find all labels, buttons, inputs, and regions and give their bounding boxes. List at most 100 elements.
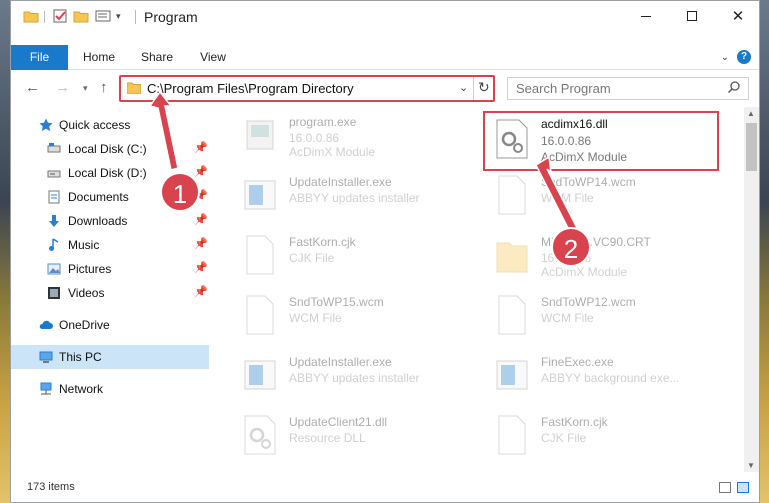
tab-share[interactable]: Share [138,45,176,70]
search-placeholder: Search Program [516,81,611,96]
details-view-icon[interactable] [719,482,731,493]
close-button[interactable]: ✕ [715,1,759,31]
sidebar-item-quick-access[interactable]: Quick access [11,113,209,137]
file-name: FineExec.exe [541,355,614,369]
sidebar-item-downloads[interactable]: Downloads 📌 [11,209,209,233]
refresh-icon[interactable]: ↻ [478,79,490,96]
file-name: FastKorn.cjk [289,235,356,249]
step-badge-2: 2 [551,227,591,267]
file-item[interactable]: program.exe 16.0.0.86 AcDimX Module [231,111,471,169]
file-type: WCM File [541,191,594,205]
download-icon [49,215,59,227]
sidebar-item-videos[interactable]: Videos 📌 [11,281,209,305]
file-type: ABBYY updates installer [289,371,420,385]
sidebar-item-label: Music [68,238,100,252]
sidebar-item-onedrive[interactable]: OneDrive [11,313,209,337]
file-item[interactable]: SndToWP14.wcm WCM File [483,171,723,229]
item-count: 173 items [27,481,75,493]
folder-icon [127,82,141,94]
folder-icon [23,11,39,23]
recent-locations-icon[interactable]: ▾ [83,83,88,94]
sidebar-item-music[interactable]: Music 📌 [11,233,209,257]
vertical-scrollbar[interactable]: ▲ ▼ [744,107,759,472]
sidebar-item-label: This PC [59,350,102,364]
pin-icon[interactable]: 📌 [194,286,208,298]
up-arrow-icon[interactable]: ↑ [100,79,108,96]
file-type: ABBYY updates installer [289,191,420,205]
file-name: UpdateClient21.dll [289,415,388,429]
title-divider [135,10,136,24]
tab-file[interactable]: File [11,45,68,70]
new-folder-icon[interactable] [73,8,89,24]
file-name: acdimx16.dll [541,117,608,131]
scroll-down-icon[interactable]: ▼ [747,461,755,470]
navigation-pane: Quick access Local Disk (C:) 📌 Local Dis… [11,107,209,472]
address-dropdown-icon[interactable]: ⌄ [459,81,468,94]
minimize-button[interactable] [623,1,669,31]
sidebar-item-pictures[interactable]: Pictures 📌 [11,257,209,281]
file-item[interactable]: FineExec.exe ABBYY background exe... [483,351,723,409]
file-item[interactable]: UpdateInstaller.exe ABBYY updates instal… [231,171,471,229]
search-icon[interactable] [728,81,740,93]
file-name: FastKorn.cjk [541,415,608,429]
file-item[interactable]: FastKorn.cjk CJK File [231,231,471,289]
pin-icon[interactable]: 📌 [194,166,208,178]
sidebar-item-label: Documents [68,190,129,204]
pin-icon[interactable]: 📌 [194,238,208,250]
sidebar-item-network[interactable]: Network [11,377,209,401]
file-type: CJK File [541,431,587,445]
tab-home[interactable]: Home [79,45,119,70]
network-icon [40,382,52,395]
search-input[interactable]: Search Program [507,77,749,100]
toolbar-divider [44,11,45,23]
pictures-icon [47,263,61,275]
step-badge-1: 1 [160,172,200,212]
file-item[interactable]: Microsoft.VC90.CRT 16.0.0.86 AcDimX Modu… [483,231,723,289]
address-path[interactable]: C:\Program Files\Program Directory [147,81,354,96]
help-icon[interactable]: ? [737,50,751,64]
videos-icon [48,287,60,299]
back-arrow-icon[interactable]: ← [25,79,40,96]
pin-icon[interactable]: 📌 [194,214,208,226]
file-item[interactable]: SndToWP12.wcm WCM File [483,291,723,349]
file-name: UpdateInstaller.exe [289,175,392,189]
sidebar-item-label: Network [59,382,104,396]
sidebar-item-label: Pictures [68,262,112,276]
file-item[interactable]: SndToWP15.wcm WCM File [231,291,471,349]
file-icon [498,175,526,215]
forward-arrow-icon[interactable]: → [55,79,70,96]
tiles-view-icon[interactable] [737,482,749,493]
title-bar: ▾ Program ✕ [11,1,759,31]
tab-view[interactable]: View [197,45,229,70]
installer-icon [496,360,528,390]
customize-icon[interactable] [95,8,113,24]
address-bar[interactable]: C:\Program Files\Program Directory ⌄ ↻ [119,75,495,102]
sidebar-item-label: Local Disk (D:) [68,166,147,180]
installer-icon [244,180,276,210]
file-item[interactable]: UpdateInstaller.exe ABBYY updates instal… [231,351,471,409]
computer-icon [39,351,53,363]
maximize-button[interactable] [669,1,715,31]
file-description: AcDimX Module [289,145,376,159]
file-name: SndToWP14.wcm [541,175,636,189]
pin-icon[interactable]: 📌 [194,262,208,274]
expand-ribbon-icon[interactable]: ⌄ [721,52,729,63]
scroll-up-icon[interactable]: ▲ [747,109,755,118]
navigation-bar: ← → ▾ ↑ C:\Program Files\Program Directo… [11,71,759,105]
properties-check-icon[interactable] [52,8,68,24]
sidebar-item-label: Quick access [59,118,131,132]
quick-access-dropdown-icon[interactable]: ▾ [116,8,126,24]
pin-icon[interactable]: 📌 [194,142,208,154]
sidebar-item-label: OneDrive [59,318,110,332]
file-item-selected[interactable]: acdimx16.dll 16.0.0.86 AcDimX Module [483,111,719,171]
file-type: WCM File [541,311,594,325]
file-icon [246,295,274,335]
file-item[interactable]: FastKorn.cjk CJK File [483,411,723,469]
file-item[interactable]: UpdateClient21.dll Resource DLL [231,411,471,469]
file-icon [498,295,526,335]
file-type: WCM File [289,311,342,325]
scroll-thumb[interactable] [746,123,757,171]
sidebar-item-label: Local Disk (C:) [68,142,147,156]
sidebar-item-local-disk-c[interactable]: Local Disk (C:) 📌 [11,137,209,161]
sidebar-item-this-pc[interactable]: This PC [11,345,209,369]
